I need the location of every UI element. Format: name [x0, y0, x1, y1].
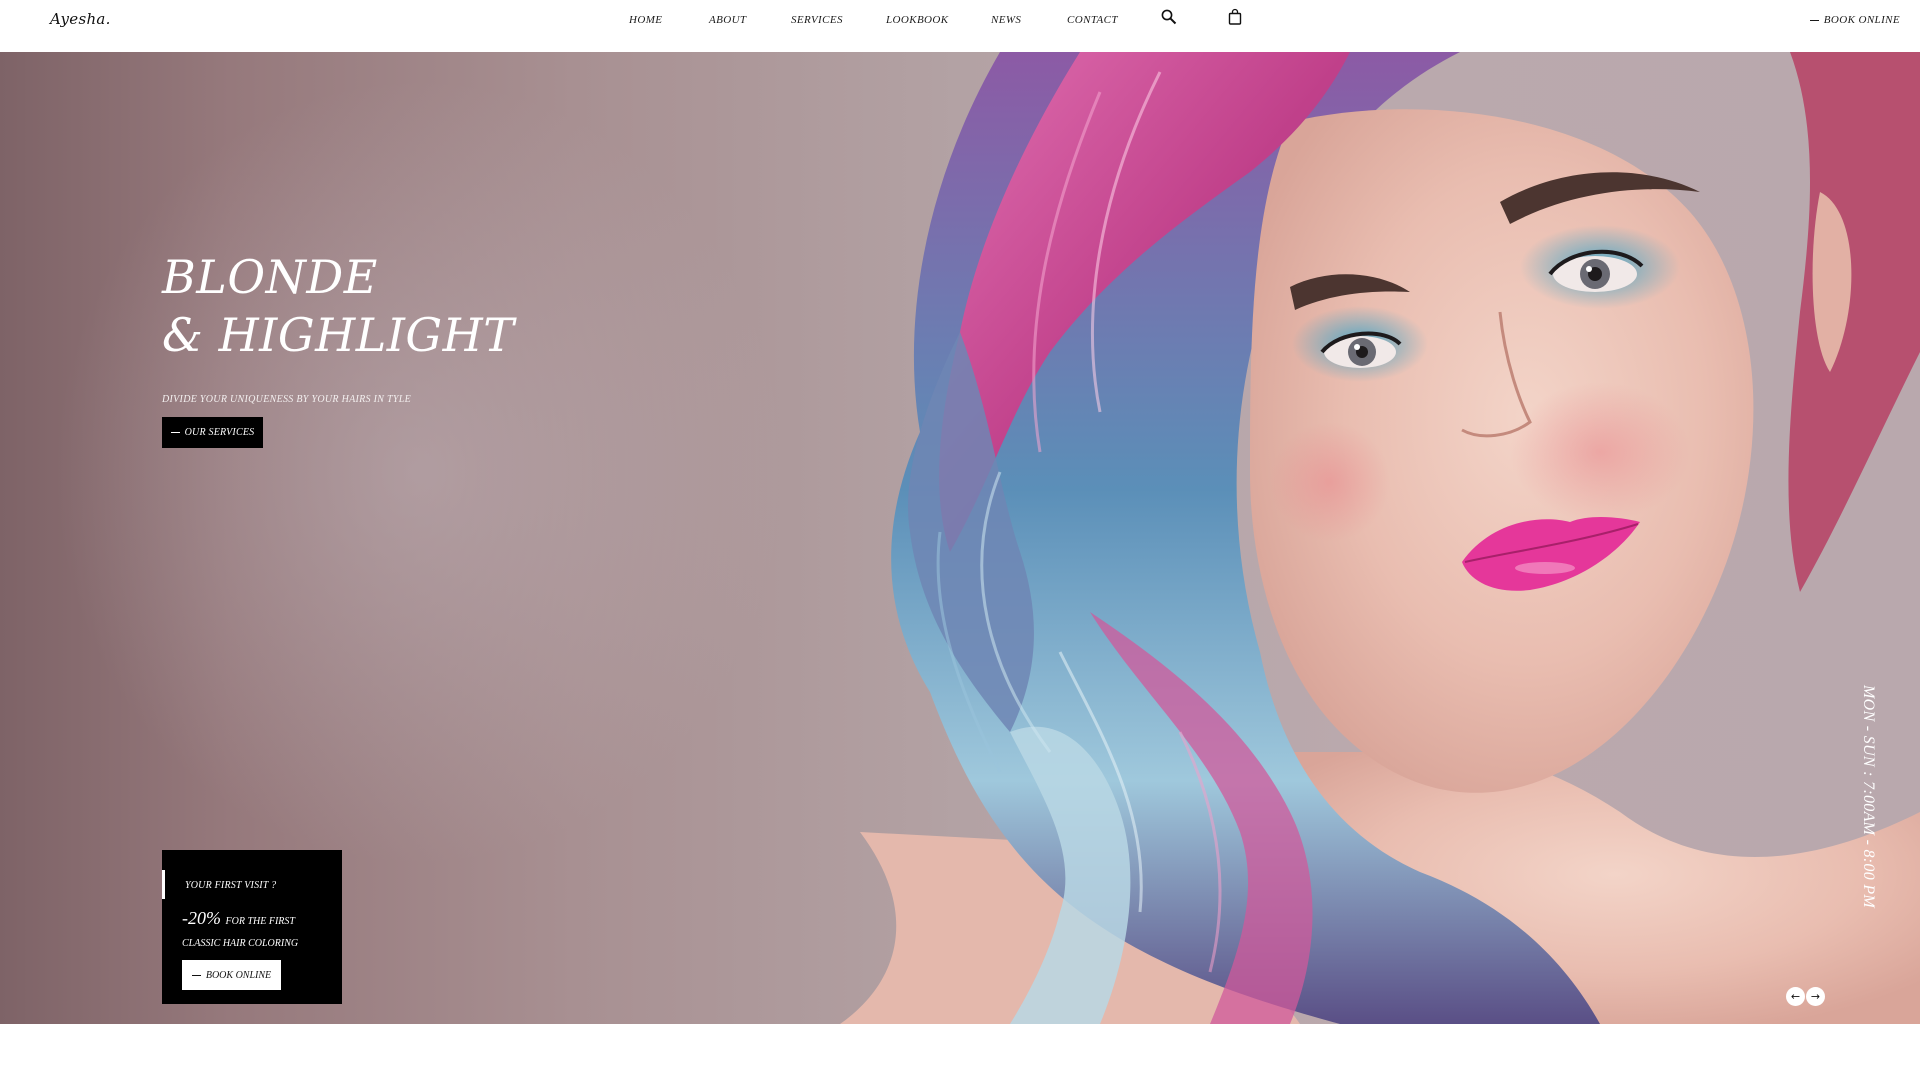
promo-book-online-button[interactable]: BOOK ONLINE: [182, 960, 281, 990]
hero-title-line1: BLONDE: [162, 250, 378, 304]
arrow-left-icon[interactable]: ←: [1786, 987, 1805, 1006]
promo-offer-text2: CLASSIC HAIR COLORING: [182, 938, 299, 949]
promo-book-online-label: BOOK ONLINE: [205, 969, 272, 981]
promo-offer-text1: FOR THE FIRST: [225, 916, 295, 927]
hero-title-line2: & HIGHLIGHT: [162, 308, 515, 362]
our-services-button[interactable]: OUR SERVICES: [162, 417, 263, 448]
dash-decoration: [170, 432, 180, 433]
promo-question: YOUR FIRST VISIT ?: [185, 880, 277, 891]
nav-news[interactable]: NEWS: [991, 14, 1021, 26]
hero-subtitle: DIVIDE YOUR UNIQUENESS BY YOUR HAIRS IN …: [162, 394, 412, 405]
dash-decoration: [1809, 19, 1819, 21]
arrow-right-icon[interactable]: →: [1806, 987, 1825, 1006]
opening-hours: MON - SUN : 7:00AM - 8:00 PM: [1848, 685, 1888, 908]
search-icon[interactable]: [1160, 8, 1178, 26]
nav-home[interactable]: HOME: [629, 14, 662, 26]
nav-contact[interactable]: CONTACT: [1067, 14, 1118, 26]
book-online-label: BOOK ONLINE: [1823, 14, 1900, 26]
book-online-link[interactable]: BOOK ONLINE: [1809, 14, 1900, 26]
dash-decoration: [191, 974, 201, 976]
hero-slider: BLONDE & HIGHLIGHT DIVIDE YOUR UNIQUENES…: [0, 52, 1920, 1024]
site-header: Ayesha. HOME ABOUT SERVICES LOOKBOOK NEW…: [0, 0, 1920, 52]
nav-about[interactable]: ABOUT: [709, 14, 746, 26]
promo-offer-line1: -20% FOR THE FIRST: [182, 908, 295, 929]
promo-accent-bar: [162, 870, 165, 899]
shopping-bag-icon[interactable]: [1226, 8, 1244, 26]
promo-discount: -20%: [182, 908, 221, 928]
first-visit-promo: YOUR FIRST VISIT ? -20% FOR THE FIRST CL…: [162, 850, 342, 1004]
our-services-label: OUR SERVICES: [184, 427, 255, 438]
nav-lookbook[interactable]: LOOKBOOK: [886, 14, 949, 26]
nav-services[interactable]: SERVICES: [791, 14, 843, 26]
main-nav: HOME ABOUT SERVICES LOOKBOOK NEWS CONTAC…: [0, 0, 1920, 40]
hero-title: BLONDE & HIGHLIGHT: [162, 248, 514, 364]
opening-hours-text: MON - SUN : 7:00AM - 8:00 PM: [1860, 685, 1877, 909]
